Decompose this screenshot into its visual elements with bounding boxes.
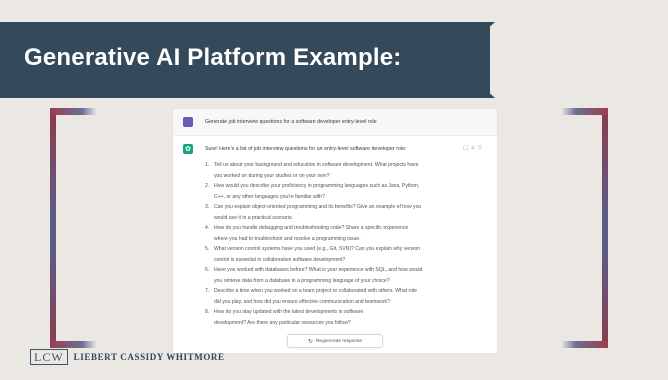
list-item: 5. What version control systems have you … xyxy=(205,246,421,252)
list-item: 2. How would you describe your proficienc… xyxy=(205,183,420,189)
ai-avatar-icon: ✿ xyxy=(183,144,193,154)
list-item: where you had to troubleshoot and resolv… xyxy=(214,235,361,242)
list-item: 7. Describe a time when you worked on a t… xyxy=(205,288,417,294)
list-item: 8. How do you stay updated with the lates… xyxy=(205,309,364,315)
list-item: 6. Have you worked with databases before?… xyxy=(205,267,423,273)
refresh-icon: ↻ xyxy=(307,337,313,345)
thumbs-down-icon[interactable]: ▽ xyxy=(478,145,485,151)
firm-name: LIEBERT CASSIDY WHITMORE xyxy=(73,352,225,362)
regenerate-label: Regenerate response xyxy=(315,338,363,344)
ai-response-row: ✿ Sure! Here's a list of job interview q… xyxy=(173,136,497,328)
ai-intro-text: Sure! Here's a list of job interview que… xyxy=(205,146,407,152)
slide-title: Generative AI Platform Example: xyxy=(24,44,402,71)
list-item: 4. How do you handle debugging and troubl… xyxy=(205,225,409,231)
list-item: development? Are there any particular re… xyxy=(214,319,351,326)
regenerate-response-button[interactable]: ↻ Regenerate response xyxy=(287,334,383,348)
user-message-row: Generate job interview questions for a s… xyxy=(173,109,497,136)
list-item: 3. Can you explain object-oriented progra… xyxy=(205,204,422,210)
left-bracket-decoration xyxy=(50,108,96,348)
list-item: C++, or any other languages you're famil… xyxy=(214,193,325,200)
user-avatar xyxy=(183,117,193,127)
user-prompt-text: Generate job interview questions for a s… xyxy=(205,119,377,125)
list-item: you retrieve data from a database in a p… xyxy=(214,277,390,284)
slide: Generative AI Platform Example: Generate… xyxy=(0,0,668,380)
list-item: would use it in a practical scenario. xyxy=(214,214,293,221)
list-item: you worked on during your studies or on … xyxy=(214,172,330,179)
list-item: 1. Tell us about your background and educ… xyxy=(205,162,419,168)
logo-mark: LCW xyxy=(30,349,68,365)
right-bracket-decoration xyxy=(562,108,608,348)
list-item: did you play, and how did you ensure eff… xyxy=(214,298,390,305)
feedback-icons[interactable]: ▢⌂▽ xyxy=(463,145,485,151)
chat-screenshot: Generate job interview questions for a s… xyxy=(172,108,498,354)
question-list: 1. Tell us about your background and educ… xyxy=(205,160,487,328)
list-item: control is essential in collaborative so… xyxy=(214,256,346,263)
title-banner-notch xyxy=(445,22,495,98)
firm-logo: LCW LIEBERT CASSIDY WHITMORE xyxy=(30,348,225,366)
